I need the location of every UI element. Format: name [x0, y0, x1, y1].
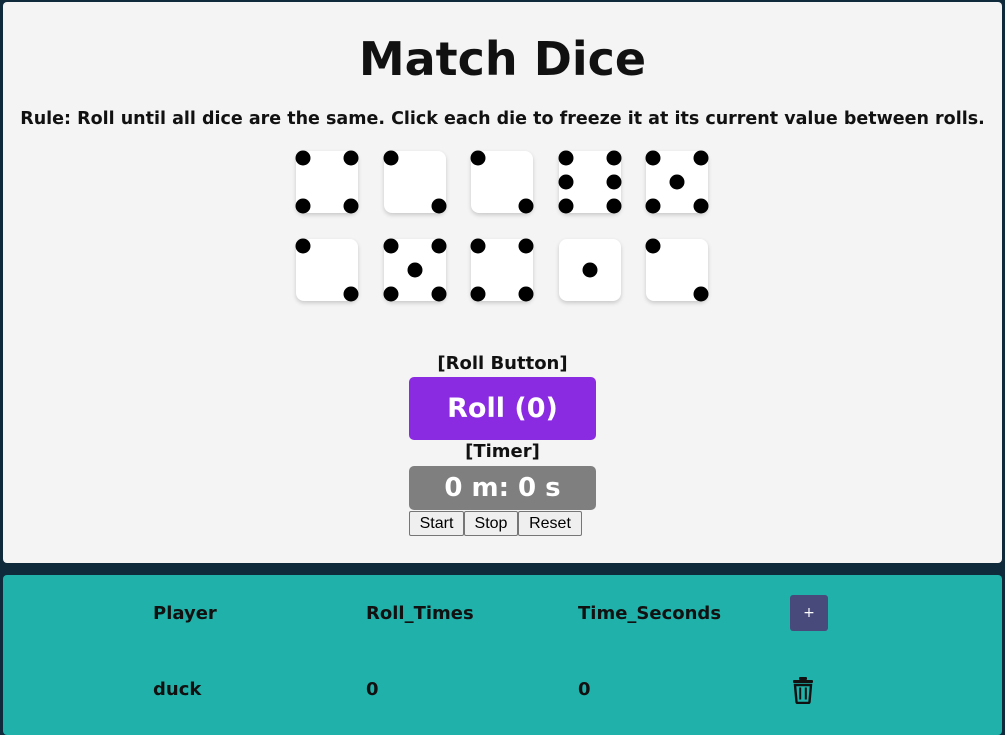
reset-button[interactable]: Reset — [518, 511, 582, 536]
die-pip — [558, 150, 574, 166]
die-pip — [383, 286, 399, 302]
die-pip — [431, 238, 447, 254]
die-pip — [431, 286, 447, 302]
start-button[interactable]: Start — [409, 511, 464, 536]
die-3[interactable] — [470, 150, 534, 214]
die-pip — [295, 150, 311, 166]
page-title: Match Dice — [358, 32, 647, 86]
stop-button[interactable]: Stop — [464, 511, 518, 536]
die-pip — [669, 174, 685, 190]
die-pip — [518, 198, 534, 214]
die-1[interactable] — [295, 150, 359, 214]
die-pip — [558, 198, 574, 214]
die-pip — [645, 198, 661, 214]
die-pip — [582, 262, 598, 278]
die-10[interactable] — [645, 238, 709, 302]
die-pip — [606, 150, 622, 166]
die-pip — [343, 198, 359, 214]
die-pip — [343, 286, 359, 302]
die-pip — [693, 198, 709, 214]
die-pip — [645, 238, 661, 254]
die-pip — [606, 198, 622, 214]
timer-label: [Timer] — [465, 441, 540, 462]
cell-time-seconds: 0 — [578, 679, 591, 700]
header-roll-times: Roll_Times — [366, 603, 474, 624]
die-pip — [645, 150, 661, 166]
die-pip — [518, 238, 534, 254]
die-pip — [407, 262, 423, 278]
die-pip — [606, 174, 622, 190]
die-pip — [693, 286, 709, 302]
die-pip — [295, 198, 311, 214]
roll-button-label: [Roll Button] — [437, 353, 568, 374]
die-pip — [693, 150, 709, 166]
cell-roll-times: 0 — [366, 679, 379, 700]
header-time-seconds: Time_Seconds — [578, 603, 722, 624]
die-7[interactable] — [383, 238, 447, 302]
die-9[interactable] — [559, 239, 621, 301]
add-player-button[interactable]: + — [790, 595, 828, 631]
die-pip — [518, 286, 534, 302]
die-pip — [383, 238, 399, 254]
die-6[interactable] — [295, 238, 359, 302]
header-player: Player — [153, 603, 217, 624]
die-4[interactable] — [558, 150, 622, 214]
rule-text: Rule: Roll until all dice are the same. … — [20, 109, 985, 129]
die-2[interactable] — [383, 150, 447, 214]
die-5[interactable] — [645, 150, 709, 214]
cell-player: duck — [153, 679, 202, 700]
die-pip — [343, 150, 359, 166]
die-pip — [558, 174, 574, 190]
roll-button[interactable]: Roll (0) — [409, 377, 596, 440]
scoreboard-panel: Player Roll_Times Time_Seconds + duck 0 … — [3, 575, 1002, 735]
die-pip — [383, 150, 399, 166]
timer-display: 0 m: 0 s — [409, 466, 596, 510]
trash-icon[interactable] — [791, 676, 815, 705]
die-pip — [431, 198, 447, 214]
die-8[interactable] — [470, 238, 534, 302]
die-pip — [470, 286, 486, 302]
die-pip — [295, 238, 311, 254]
game-panel: Match Dice Rule: Roll until all dice are… — [3, 2, 1002, 563]
die-pip — [470, 238, 486, 254]
die-pip — [470, 150, 486, 166]
